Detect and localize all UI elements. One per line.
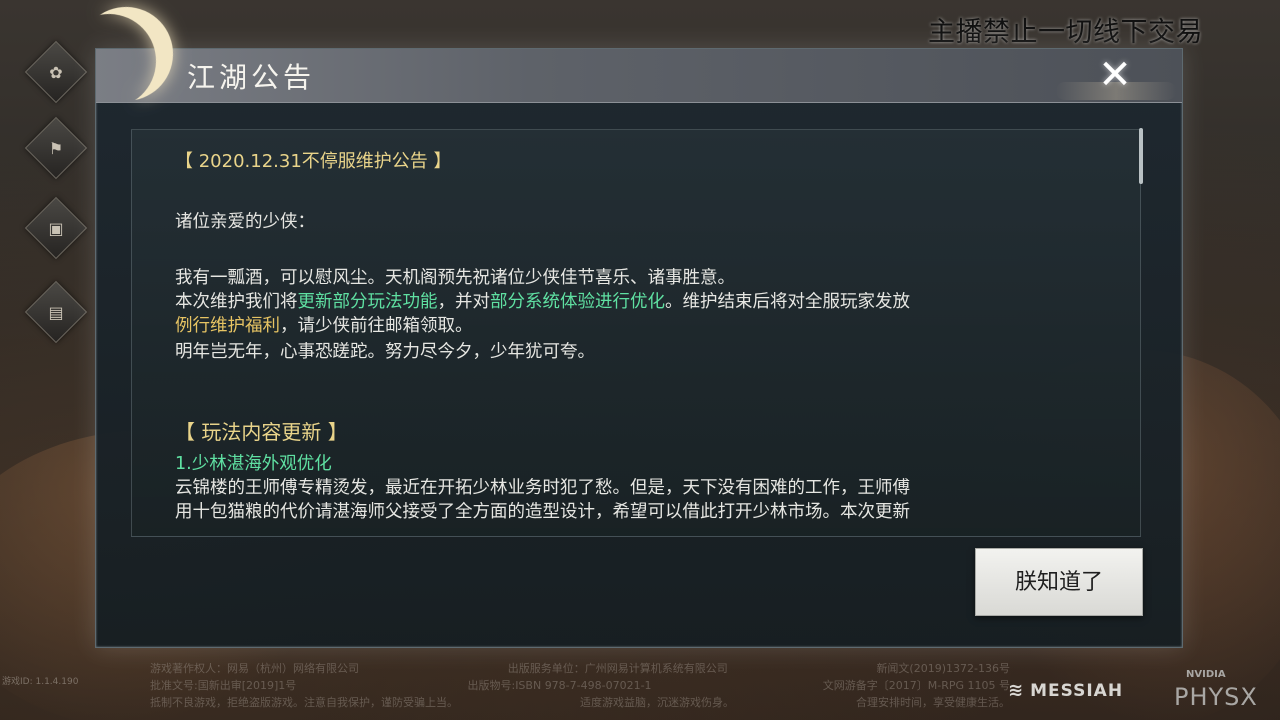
section-title: 【 玩法内容更新 】 (175, 420, 348, 444)
messiah-logo: ≋ MESSIAH (1008, 680, 1124, 701)
game-id-text: 游戏ID: 1.1.4.190 (2, 677, 79, 687)
footer-row: 游戏著作权人：网易（杭州）网络有限公司 出版服务单位：广州网易计算机系统有限公司… (150, 662, 1010, 675)
announcement-paragraph: 我有一瓢酒，可以慰风尘。天机阁预先祝诸位少侠佳节喜乐、诸事胜意。 (175, 268, 735, 288)
physx-logo: PHYSX (1174, 683, 1258, 711)
announcement-heading: 【 2020.12.31不停服维护公告 】 (175, 151, 452, 172)
item-title: 1.少林湛海外观优化 (175, 454, 332, 474)
content-scrollbar[interactable] (1139, 128, 1143, 184)
announcement-paragraph: 例行维护福利，请少侠前往邮箱领取。 (175, 316, 473, 336)
streamer-notice: 主播禁止一切线下交易 (928, 17, 1203, 48)
messiah-mark-icon: ≋ (1008, 680, 1025, 701)
footer-row: 抵制不良游戏，拒绝盗版游戏。注意自我保护，谨防受骗上当。 适度游戏益脑，沉迷游戏… (150, 696, 1010, 709)
highlight-text: 部分系统体验进行优化 (490, 292, 665, 312)
close-icon: ✕ (1098, 52, 1132, 98)
highlight-text: 例行维护福利 (175, 316, 280, 336)
highlight-text: 更新部分玩法功能 (297, 292, 438, 312)
announcement-paragraph: 本次维护我们将更新部分玩法功能，并对部分系统体验进行优化。维护结束后将对全服玩家… (175, 292, 910, 312)
footer-legal: 游戏著作权人：网易（杭州）网络有限公司 出版服务单位：广州网易计算机系统有限公司… (150, 660, 1010, 711)
announcement-content[interactable]: 【 2020.12.31不停服维护公告 】 诸位亲爱的少侠： 我有一瓢酒，可以慰… (131, 129, 1141, 537)
footer-row: 批准文号:国新出审[2019]1号 出版物号:ISBN 978-7-498-07… (150, 679, 1010, 692)
item-text: 用十包猫粮的代价请湛海师父接受了全方面的造型设计，希望可以借此打开少林市场。本次… (175, 502, 910, 522)
announcement-paragraph: 明年岂无年，心事恐蹉跎。努力尽今夕，少年犹可夸。 (175, 342, 595, 362)
close-button[interactable]: ✕ (1086, 50, 1144, 100)
dialog-title: 江湖公告 (187, 61, 316, 94)
announcement-greeting: 诸位亲爱的少侠： (175, 212, 315, 232)
nvidia-logo: NVIDIA (1186, 669, 1226, 680)
item-text: 云锦楼的王师傅专精烫发，最近在开拓少林业务时犯了愁。但是，天下没有困难的工作，王… (175, 478, 910, 498)
confirm-button[interactable]: 朕知道了 (975, 548, 1143, 616)
